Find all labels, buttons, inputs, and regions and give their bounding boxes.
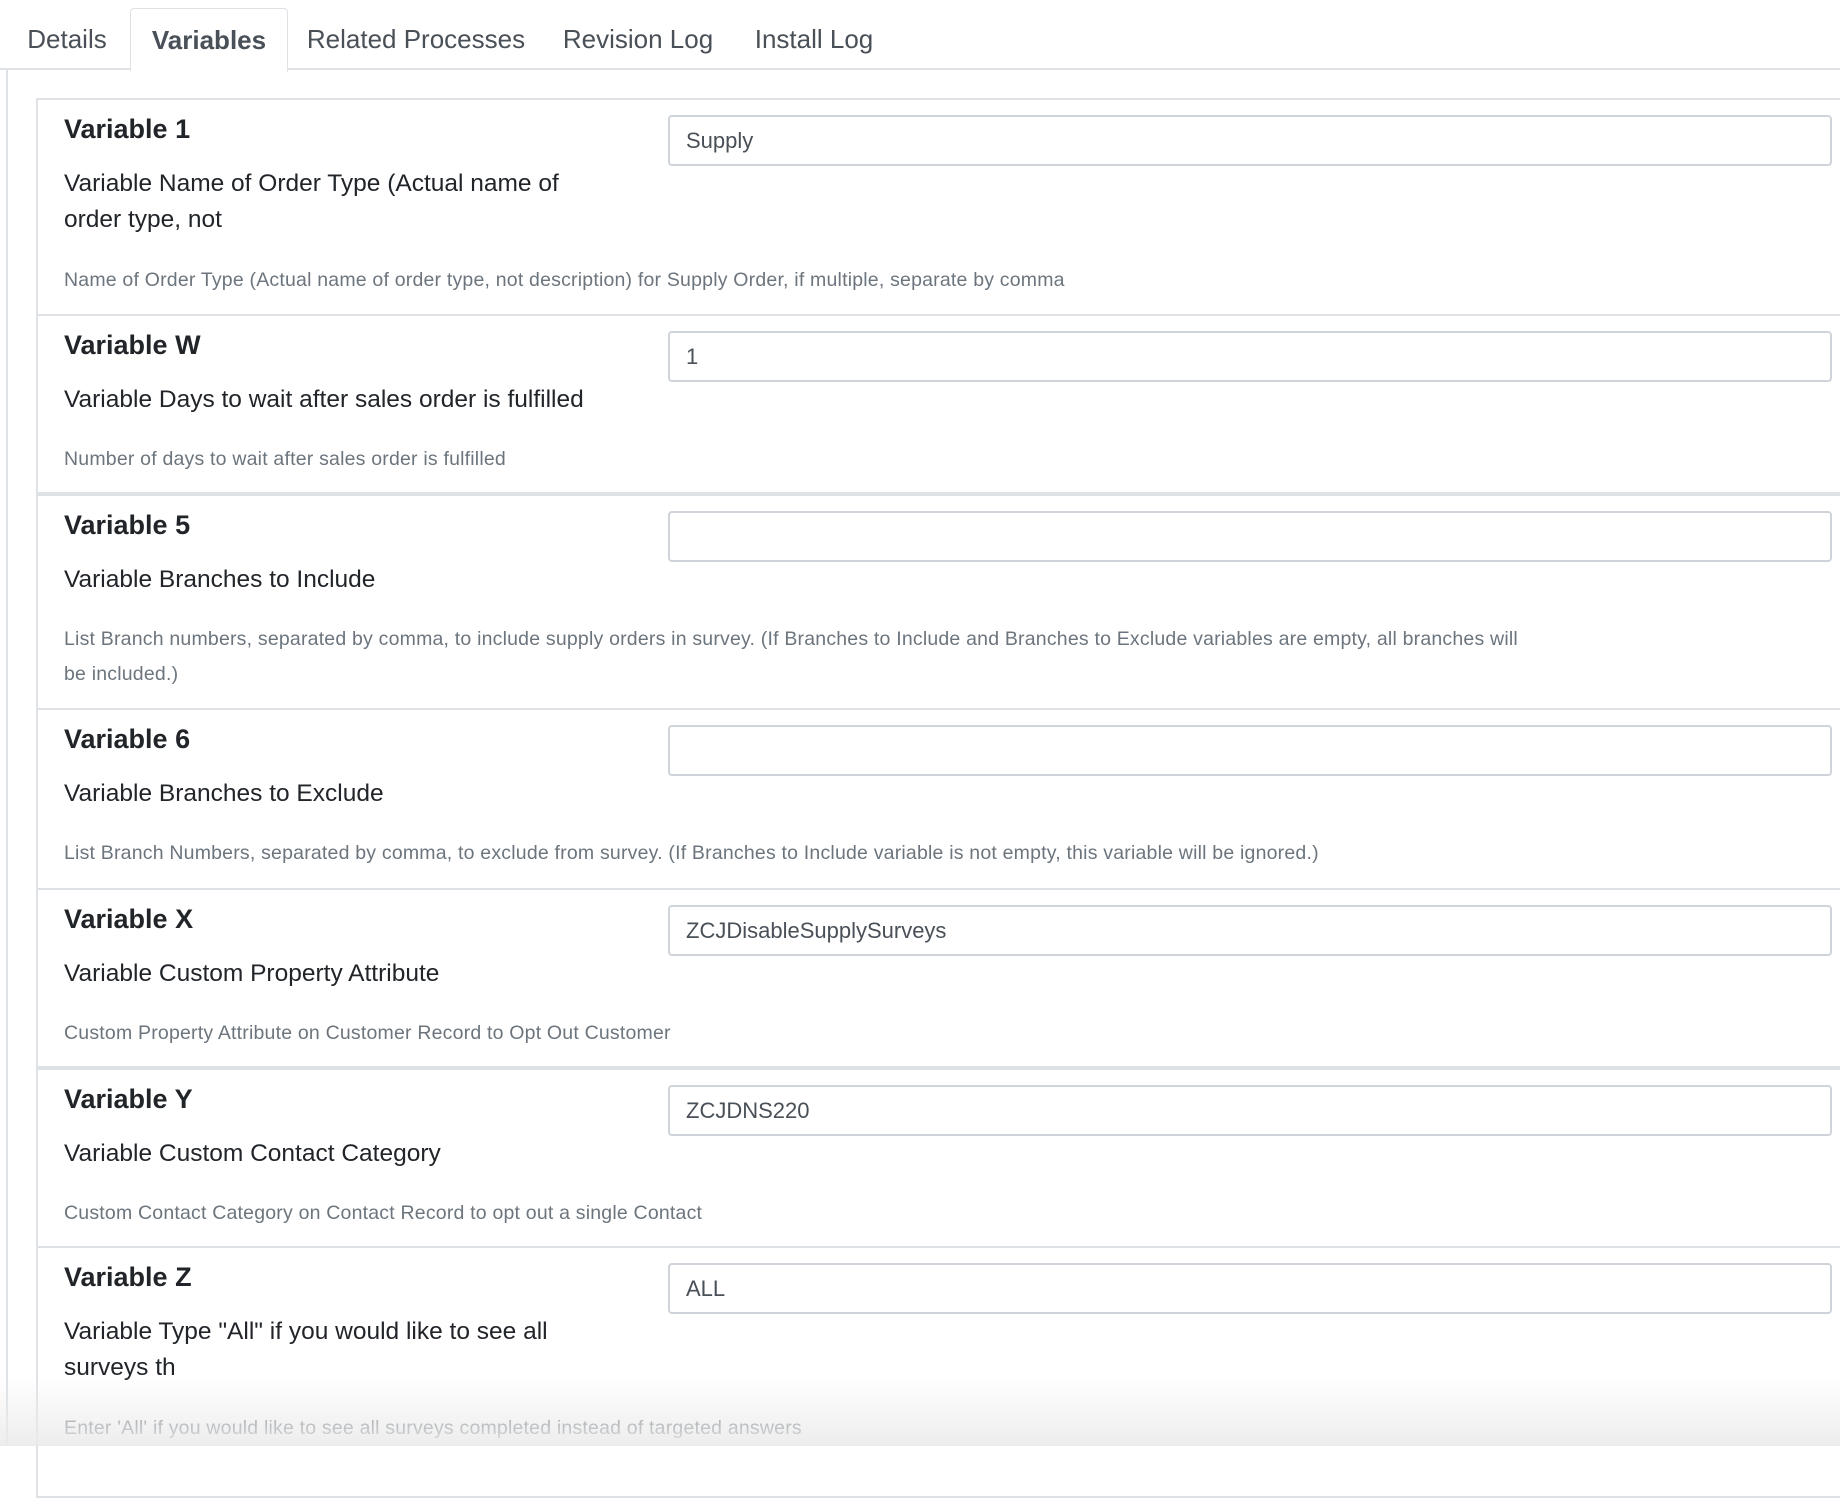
tab-details[interactable]: Details [8,8,126,70]
variable-help-text: Enter 'All' if you would like to see all… [64,1411,1524,1446]
variable-title: Variable Y [64,1084,193,1115]
variable-1-input[interactable] [668,115,1832,166]
variable-help-text: Custom Property Attribute on Customer Re… [64,1016,1524,1051]
variable-label: Variable Branches to Exclude [64,776,604,812]
variable-row-1: Variable 1 Variable Name of Order Type (… [38,100,1840,316]
variable-title: Variable W [64,330,201,361]
variables-tab-pane: Variable 1 Variable Name of Order Type (… [6,70,1840,1446]
variables-list: Variable 1 Variable Name of Order Type (… [36,98,1840,1498]
variable-label: Variable Name of Order Type (Actual name… [64,166,604,238]
variable-row-6: Variable 6 Variable Branches to Exclude … [38,710,1840,890]
variable-title: Variable Z [64,1262,192,1293]
variable-label: Variable Type "All" if you would like to… [64,1314,604,1386]
variable-5-input[interactable] [668,511,1832,562]
variable-title: Variable 6 [64,724,190,755]
variable-help-text: List Branch Numbers, separated by comma,… [64,836,1524,871]
variable-title: Variable X [64,904,193,935]
variable-title: Variable 5 [64,510,190,541]
variable-w-input[interactable] [668,331,1832,382]
variable-label: Variable Custom Property Attribute [64,956,604,992]
variable-label: Variable Branches to Include [64,562,604,598]
variable-help-text: Custom Contact Category on Contact Recor… [64,1196,1524,1231]
variable-label: Variable Days to wait after sales order … [64,382,664,418]
variable-row-5: Variable 5 Variable Branches to Include … [38,496,1840,710]
variable-y-input[interactable] [668,1085,1832,1136]
variable-help-text: Number of days to wait after sales order… [64,442,1524,477]
variable-label: Variable Custom Contact Category [64,1136,604,1172]
tab-bar: Details Variables Related Processes Revi… [0,0,1840,70]
variable-help-text: Name of Order Type (Actual name of order… [64,263,1524,298]
tab-related-processes[interactable]: Related Processes [296,8,536,70]
tab-revision-log[interactable]: Revision Log [556,8,720,70]
tab-install-log[interactable]: Install Log [744,8,884,70]
variable-row-x: Variable X Variable Custom Property Attr… [38,890,1840,1070]
variable-row-w: Variable W Variable Days to wait after s… [38,316,1840,496]
variable-row-z: Variable Z Variable Type "All" if you wo… [38,1248,1840,1508]
variable-z-input[interactable] [668,1263,1832,1314]
variable-6-input[interactable] [668,725,1832,776]
variable-row-y: Variable Y Variable Custom Contact Categ… [38,1070,1840,1248]
variable-help-text: List Branch numbers, separated by comma,… [64,622,1524,692]
variable-x-input[interactable] [668,905,1832,956]
tab-variables[interactable]: Variables [130,8,288,72]
variable-title: Variable 1 [64,114,190,145]
